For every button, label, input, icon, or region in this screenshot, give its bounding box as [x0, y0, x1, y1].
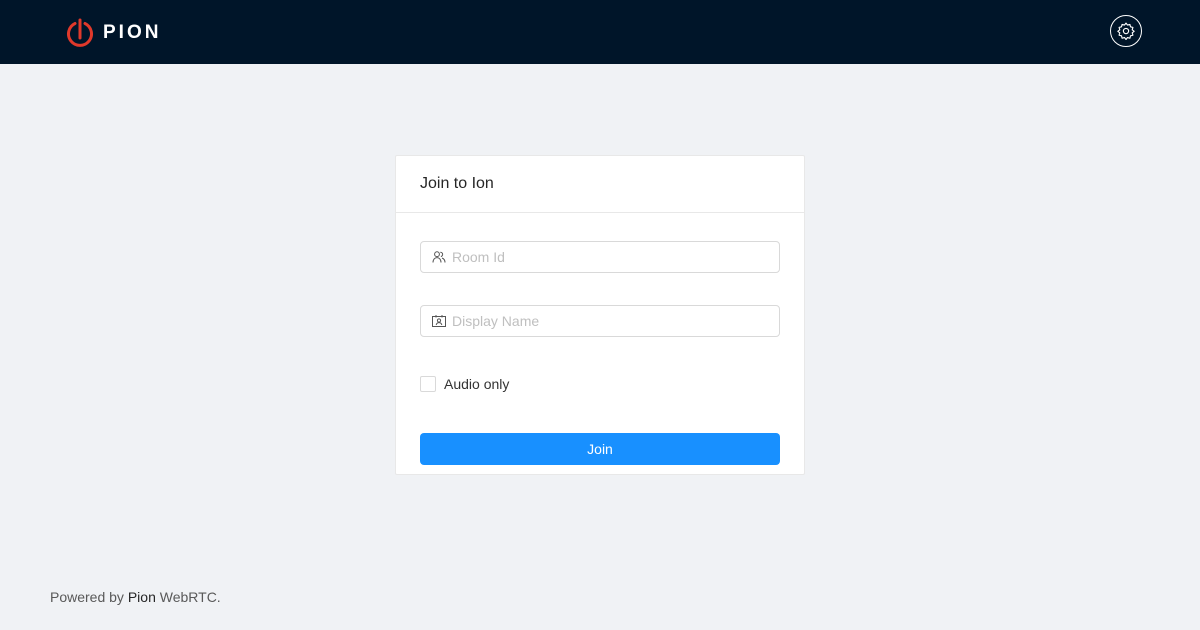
footer-suffix: WebRTC. [159, 589, 221, 605]
join-button[interactable]: Join [420, 433, 780, 465]
gear-icon [1117, 22, 1135, 40]
footer-brand: Pion [127, 589, 156, 605]
audio-only-label: Audio only [444, 376, 510, 392]
settings-button[interactable] [1110, 15, 1142, 47]
footer: Powered by Pion WebRTC. [50, 589, 221, 605]
display-name-field[interactable] [420, 305, 780, 337]
audio-only-checkbox[interactable] [420, 376, 436, 392]
pion-logo[interactable]: PION [66, 18, 161, 48]
logo-text: PION [103, 22, 162, 43]
room-id-input[interactable] [452, 243, 772, 271]
team-icon [432, 250, 446, 264]
top-header: PION [0, 0, 1200, 64]
room-id-field[interactable] [420, 241, 780, 273]
card-title: Join to Ion [396, 156, 804, 213]
join-card: Join to Ion Audio only Join [395, 155, 805, 475]
footer-prefix: Powered by [50, 589, 124, 605]
pion-logo-icon [67, 18, 93, 47]
audio-only-option[interactable]: Audio only [420, 375, 509, 393]
display-name-input[interactable] [452, 307, 772, 335]
contacts-icon [432, 314, 446, 328]
